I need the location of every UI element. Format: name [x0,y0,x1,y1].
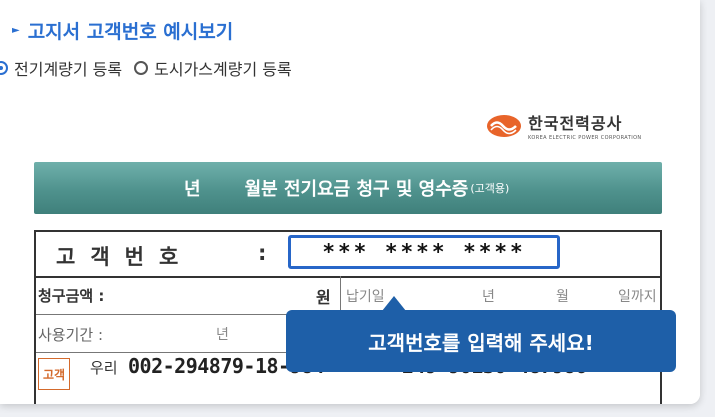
radio-gas-meter[interactable]: 도시가스계량기 등록 [134,56,292,80]
bill-banner: 년 월분 전기요금 청구 및 영수증 (고객용) [34,162,662,214]
banner-title: 월분 전기요금 청구 및 영수증 [244,179,469,200]
period-year: 년 [216,327,229,343]
bullet-icon: ► [12,24,20,36]
period-label: 사용기간 : [38,326,104,344]
example-panel: ► 고지서 고객번호 예시보기 전기계량기 등록 도시가스계량기 등록 한국전력… [0,0,700,404]
due-until: 일까지 [618,289,657,305]
bill-example-image: 한국전력공사 KOREA ELECTRIC POWER CORPORATION … [14,96,700,404]
customer-number-label: 고객번호 [56,245,194,269]
due-month: 월 [556,289,569,305]
section-title: ► 고지서 고객번호 예시보기 [0,14,233,46]
divider [340,276,341,314]
customer-number-row: 고객번호 : *** **** **** [36,232,660,278]
meter-type-radio-group: 전기계량기 등록 도시가스계량기 등록 [0,54,292,82]
radio-selected-icon[interactable] [0,61,8,75]
banner-year: 년 [184,179,201,200]
radio-unselected-icon[interactable] [134,61,149,75]
company-name: 한국전력공사 [528,114,623,133]
banner-note: (고객용) [470,182,510,195]
customer-number-colon: : [258,241,267,265]
section-title-text: 고지서 고객번호 예시보기 [27,20,234,43]
tooltip-pointer [382,296,406,311]
due-label: 납기일 [346,289,385,305]
customer-number-tooltip: 고객번호를 입력해 주세요! [286,296,676,372]
kepco-logo-icon [487,114,521,137]
bank-name-1: 우리 [90,359,118,377]
company-name-en: KOREA ELECTRIC POWER CORPORATION [528,135,642,141]
tooltip-text: 고객번호를 입력해 주세요! [368,330,594,355]
radio-electric-label: 전기계량기 등록 [14,60,123,79]
customer-number-highlight: *** **** **** [288,235,560,269]
radio-electric-meter[interactable]: 전기계량기 등록 [0,56,122,80]
charge-label: 청구금액 : [38,287,105,305]
radio-gas-label: 도시가스계량기 등록 [154,60,292,79]
kepco-logo: 한국전력공사 KOREA ELECTRIC POWER CORPORATION [486,110,642,141]
customer-tag: 고객 [38,358,71,390]
won-label: 원 [316,288,331,307]
due-year: 년 [482,289,495,305]
